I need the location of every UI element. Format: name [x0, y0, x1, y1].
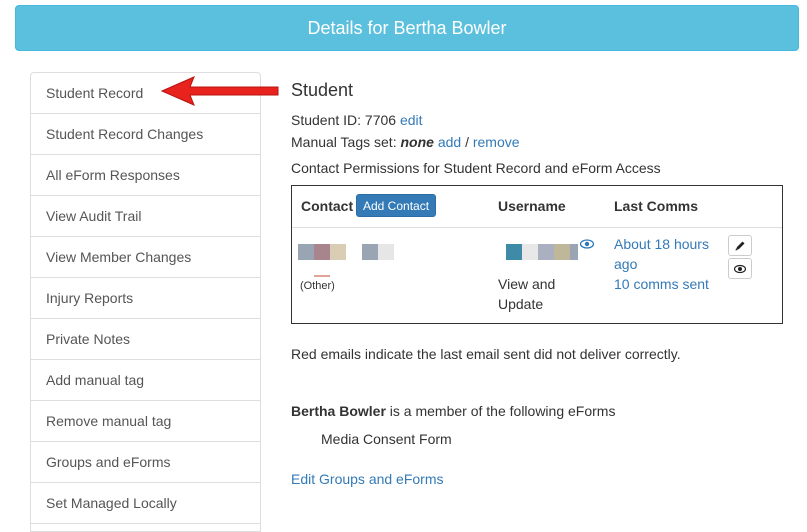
manual-tags-value: none: [400, 134, 434, 150]
manual-tags-label: Manual Tags set:: [291, 134, 397, 150]
manual-tags-line: Manual Tags set: none add / remove: [291, 134, 520, 150]
sidebar-item-label: View Audit Trail: [46, 208, 142, 224]
section-heading: Student: [291, 80, 354, 100]
sidebar-item-label: View Member Changes: [46, 249, 192, 265]
sidebar-item-groups-and-eforms[interactable]: Groups and eForms: [31, 442, 260, 483]
sidebar-item-all-eform-responses[interactable]: All eForm Responses: [31, 155, 260, 196]
sidebar-item-label: Add manual tag: [46, 372, 145, 388]
member-name: Bertha Bowler: [291, 403, 386, 419]
last-comms-link-line1[interactable]: About 18 hours: [614, 236, 709, 252]
tags-separator: /: [465, 134, 469, 150]
sidebar-nav: Student Record Student Record Changes Al…: [30, 72, 261, 532]
student-id-label: Student ID: 7706: [291, 112, 397, 128]
edit-contact-button[interactable]: [728, 235, 752, 256]
sidebar-item-private-notes[interactable]: Private Notes: [31, 319, 260, 360]
contact-column-header: Contact: [301, 198, 354, 214]
sidebar-item-add-manual-tag[interactable]: Add manual tag: [31, 360, 260, 401]
sidebar-item-label: Groups and eForms: [46, 454, 171, 470]
remove-tag-link[interactable]: remove: [473, 134, 520, 150]
contacts-table: Contact Add Contact Username Last Comms …: [291, 185, 783, 324]
view-contact-button[interactable]: [728, 258, 752, 279]
sidebar-item-label: Student Record: [46, 85, 144, 101]
membership-line: Bertha Bowler is a member of the followi…: [291, 403, 615, 419]
contact-relation: (Other): [300, 280, 335, 292]
red-arrow-icon: [160, 76, 279, 106]
sidebar-item-label: Private Notes: [46, 331, 131, 347]
sidebar-item-view-member-changes[interactable]: View Member Changes: [31, 237, 260, 278]
access-level-line2: Update: [498, 296, 544, 312]
sidebar-item-label: Injury Reports: [46, 290, 134, 306]
add-tag-link[interactable]: add: [438, 134, 461, 150]
membership-text: is a member of the following eForms: [385, 403, 616, 419]
comms-sent-link[interactable]: 10 comms sent: [614, 276, 709, 292]
last-comms-column-header: Last Comms: [614, 198, 699, 214]
sidebar-item-label: Remove manual tag: [46, 413, 172, 429]
edit-groups-and-eforms-link[interactable]: Edit Groups and eForms: [291, 471, 444, 487]
sidebar-item-label: Student Record Changes: [46, 126, 204, 142]
pencil-icon: [735, 241, 745, 250]
sidebar-item-label: All eForm Responses: [46, 167, 180, 183]
student-id-line: Student ID: 7706 edit: [291, 112, 423, 128]
last-comms-link-line2[interactable]: ago: [614, 256, 637, 272]
add-contact-button[interactable]: Add Contact: [356, 194, 437, 217]
sidebar-item-injury-reports[interactable]: Injury Reports: [31, 278, 260, 319]
eye-icon[interactable]: [580, 238, 594, 250]
sidebar-item-label: Set Managed Locally: [46, 495, 177, 511]
sidebar-item-remove-manual-tag[interactable]: Remove manual tag: [31, 401, 260, 442]
username-column-header: Username: [498, 198, 566, 214]
sidebar-item-view-audit-trail[interactable]: View Audit Trail: [31, 196, 260, 237]
sidebar-item-student-record-changes[interactable]: Student Record Changes: [31, 114, 260, 155]
page-header-banner: Details for Bertha Bowler: [15, 5, 799, 51]
red-emails-note: Red emails indicate the last email sent …: [291, 346, 681, 362]
contact-permissions-text: Contact Permissions for Student Record a…: [291, 160, 661, 176]
access-level-line1: View and: [498, 276, 556, 292]
sidebar-item-set-managed-locally[interactable]: Set Managed Locally: [31, 483, 260, 524]
edit-student-id-link[interactable]: edit: [400, 112, 423, 128]
eye-icon: [734, 264, 746, 273]
page-title: Details for Bertha Bowler: [307, 17, 507, 38]
eform-list-item: Media Consent Form: [321, 431, 452, 447]
contacts-table-header: Contact Add Contact Username Last Comms: [292, 186, 782, 228]
